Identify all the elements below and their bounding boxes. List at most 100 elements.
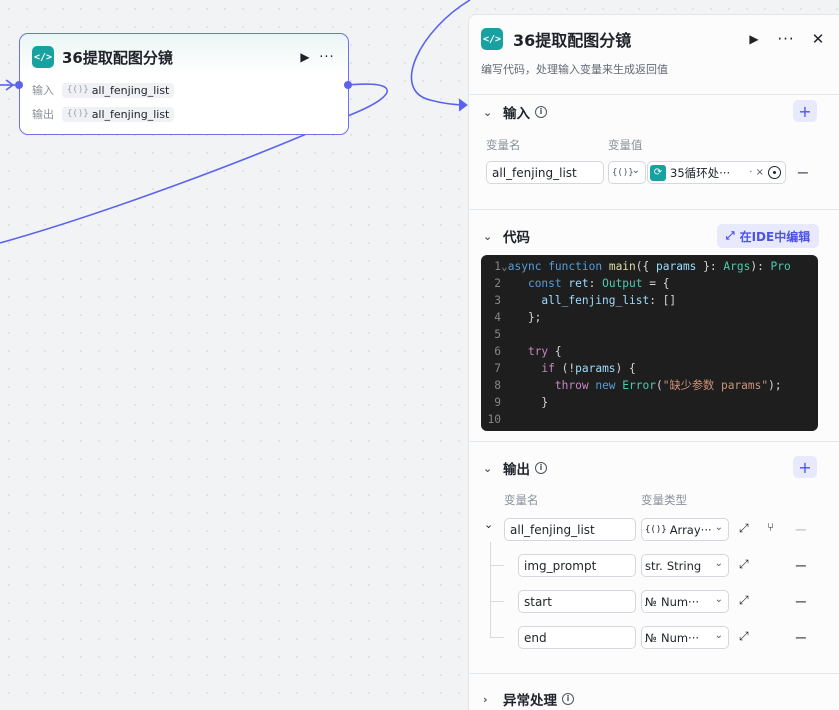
remove-output-button[interactable]: − (794, 628, 808, 647)
output-col-type: 变量类型 (641, 493, 687, 507)
edge-into-panel (410, 0, 471, 106)
info-icon[interactable]: i (562, 693, 574, 705)
node-output-port[interactable] (344, 81, 352, 89)
chevron-down-icon: ⌄ (483, 229, 493, 243)
node-output-label: 输出 (32, 108, 54, 121)
edge-arrow-into-node (5, 79, 15, 91)
output-var-type-select[interactable]: str. String ⌄ (641, 554, 729, 577)
error-section-title: 异常处理 (503, 693, 557, 709)
divider (469, 94, 839, 95)
run-node-button[interactable]: ▶ (743, 28, 765, 50)
code-line: 9 } (494, 396, 549, 409)
node-output-var: all_fenjing_list (91, 107, 170, 121)
info-icon[interactable]: i (535, 106, 547, 118)
chevron-down-icon: ⌄ (714, 522, 723, 533)
code-line: 8 throw new Error("缺少参数 params"); (494, 379, 782, 392)
loop-node-icon: ⟳ (650, 164, 666, 181)
input-section-header[interactable]: ⌄ 输入 i (483, 102, 547, 122)
output-section-header[interactable]: ⌄ 输出 i (483, 458, 547, 478)
code-section-title: 代码 (503, 230, 530, 246)
expand-icon[interactable]: ⤢ (739, 629, 749, 644)
node-config-panel: </> 36提取配图分镜 ▶ ··· ✕ 编写代码，处理输入变量来生成返回值 ⌄… (468, 14, 839, 710)
code-line: 6 try { (494, 345, 562, 358)
node-input-var: all_fenjing_list (91, 83, 170, 97)
node-title: 36提取配图分镜 (62, 48, 173, 67)
variable-type-icon: № (645, 630, 657, 645)
edit-in-ide-button[interactable]: ⤢ 在IDE中编辑 (717, 224, 819, 248)
output-var-type-select[interactable]: № Num··· ⌄ (641, 590, 729, 613)
output-var-name-field[interactable]: end (518, 626, 636, 649)
node-input-row: 输入 {()} all_fenjing_list (32, 82, 175, 98)
chevron-right-icon: › (483, 692, 488, 706)
input-var-ref-label: 35循环处··· (670, 165, 731, 180)
add-child-icon[interactable]: ⑂ (767, 520, 774, 534)
code-icon: </> (32, 46, 54, 68)
output-col-name: 变量名 (504, 493, 539, 507)
code-node-card[interactable]: </> 36提取配图分镜 ▶ ··· 输入 {()} all_fenjing_l… (15, 33, 352, 135)
chevron-down-icon: ⌄ (631, 165, 640, 176)
expand-icon[interactable]: ⤢ (739, 521, 749, 536)
output-var-name-field[interactable]: start (518, 590, 636, 613)
chevron-down-icon: ⌄ (483, 105, 493, 119)
variable-type-icon: str. (645, 558, 663, 573)
node-input-label: 输入 (32, 84, 54, 97)
variable-type-icon: {()} (645, 524, 667, 535)
remove-output-button: − (794, 520, 808, 539)
output-var-type-select[interactable]: {()} Array··· ⌄ (641, 518, 729, 541)
panel-description: 编写代码，处理输入变量来生成返回值 (481, 63, 668, 76)
divider (469, 673, 839, 674)
tree-connector (490, 601, 504, 602)
target-icon[interactable] (768, 166, 781, 179)
expand-icon[interactable]: ⤢ (739, 593, 749, 608)
add-input-button[interactable]: + (793, 100, 817, 122)
remove-output-button[interactable]: − (794, 556, 808, 575)
code-icon: </> (481, 28, 503, 50)
input-col-name: 变量名 (486, 138, 521, 152)
workflow-canvas[interactable]: </> 36提取配图分镜 ▶ ··· 输入 {()} all_fenjing_l… (0, 0, 839, 710)
variable-type-icon: {()} (67, 109, 89, 119)
variable-type-icon: {()} (67, 85, 89, 95)
node-input-port[interactable] (15, 81, 23, 89)
panel-more-button[interactable]: ··· (775, 28, 797, 50)
input-var-name-field[interactable]: all_fenjing_list (486, 161, 604, 184)
run-node-button[interactable]: ▶ (294, 46, 316, 68)
output-section-title: 输出 (503, 462, 530, 478)
panel-header: </> 36提取配图分镜 ▶ ··· ✕ (481, 25, 829, 53)
node-output-row: 输出 {()} all_fenjing_list (32, 106, 175, 122)
expand-icon[interactable]: ⤢ (739, 557, 749, 572)
edge-arrow-into-panel (458, 98, 468, 112)
output-var-type-select[interactable]: № Num··· ⌄ (641, 626, 729, 649)
input-var-type-select[interactable]: {()} ⌄ (608, 161, 646, 184)
remove-input-button[interactable]: − (796, 163, 810, 182)
divider (469, 209, 839, 210)
code-section-header[interactable]: ⌄ 代码 (483, 226, 530, 247)
node-input-tag: {()} all_fenjing_list (62, 82, 175, 98)
code-line: 10 (487, 413, 501, 426)
node-header: </> 36提取配图分镜 ▶ ··· (32, 44, 338, 70)
code-line: 2 const ret: Output = { (494, 277, 670, 290)
clear-ref-button[interactable]: · × (749, 167, 764, 178)
add-output-button[interactable]: + (793, 456, 817, 478)
code-editor[interactable]: 1⌄async function main({ params }: Args):… (481, 255, 818, 431)
expand-icon: ⤢ (725, 229, 735, 242)
input-var-ref-field[interactable]: ⟳ 35循环处··· · × (647, 161, 786, 184)
close-icon[interactable]: ✕ (807, 28, 829, 50)
code-line: 1⌄async function main({ params }: Args):… (494, 260, 791, 273)
code-line: 11 const { all_fenjing_list } = params; (481, 428, 818, 431)
tree-connector (490, 637, 504, 638)
panel-title: 36提取配图分镜 (513, 31, 632, 50)
tree-connector (490, 542, 491, 638)
remove-output-button[interactable]: − (794, 592, 808, 611)
variable-type-icon: {()} (612, 167, 634, 178)
output-var-name-field[interactable]: img_prompt (518, 554, 636, 577)
info-icon[interactable]: i (535, 462, 547, 474)
chevron-down-icon[interactable]: ⌄ (484, 518, 493, 531)
tree-connector (490, 565, 504, 566)
code-line: 3 all_fenjing_list: [] (494, 294, 677, 307)
error-section-header[interactable]: › 异常处理 i (483, 689, 574, 709)
node-more-button[interactable]: ··· (316, 46, 338, 68)
output-var-name-field[interactable]: all_fenjing_list (504, 518, 636, 541)
code-line: 4 }; (494, 311, 542, 324)
divider (469, 441, 839, 442)
code-line: 7 if (!params) { (494, 362, 636, 375)
